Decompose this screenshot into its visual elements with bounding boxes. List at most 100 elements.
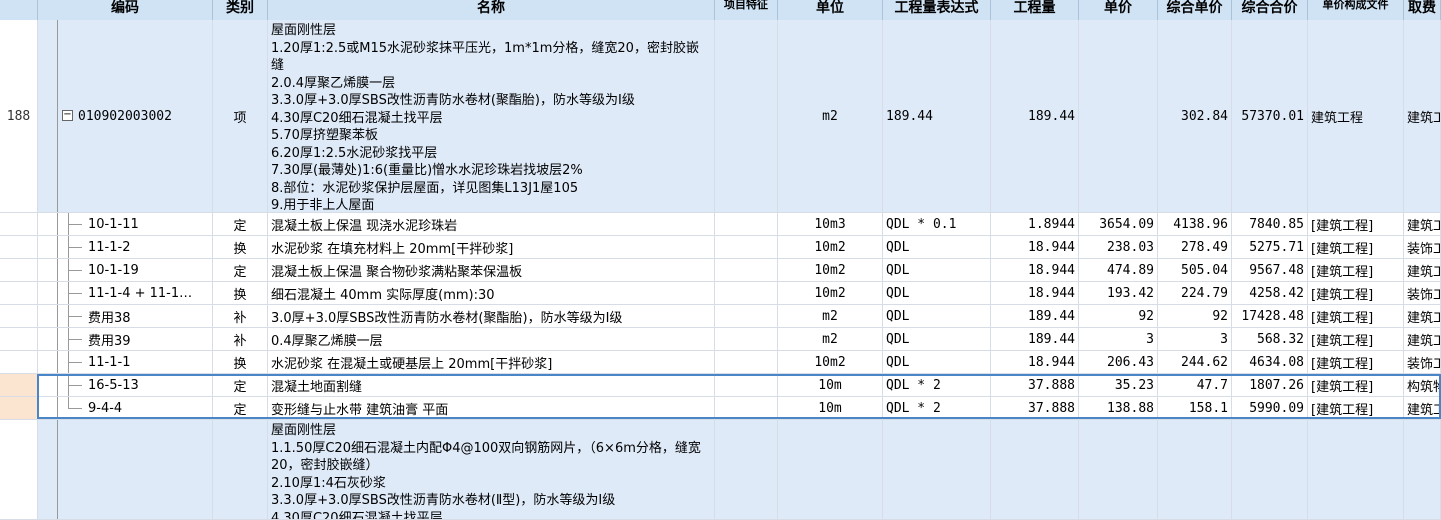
major-cell[interactable]: [建筑工程] — [1308, 351, 1404, 373]
feature-cell[interactable] — [715, 282, 778, 304]
expr-cell[interactable]: QDL — [883, 259, 991, 281]
fee-cell[interactable]: 建筑工 — [1404, 305, 1441, 327]
header-price[interactable]: 单价 — [1079, 0, 1158, 20]
quota-row[interactable]: 16-5-13 定混凝土地面割缝 10m QDL * 2 37.888 35.23 47.7… — [0, 374, 1441, 397]
qty-cell[interactable]: 189.44 — [991, 328, 1079, 350]
fee-cell[interactable]: 装饰工 — [1404, 351, 1441, 373]
header-cprice[interactable]: 综合单价 — [1158, 0, 1232, 20]
cprice-cell[interactable]: 92 — [1158, 305, 1232, 327]
ctotal-cell[interactable] — [1232, 420, 1308, 519]
price-cell[interactable]: 138.88 — [1079, 397, 1158, 419]
name-cell[interactable]: 混凝土板上保温 现浇水泥珍珠岩 — [268, 213, 715, 235]
unit-cell[interactable]: 10m — [778, 397, 883, 419]
qty-cell[interactable]: 189.44 — [991, 305, 1079, 327]
price-cell[interactable]: 92 — [1079, 305, 1158, 327]
quota-row[interactable]: 11-1-1 换水泥砂浆 在混凝土或硬基层上 20mm[干拌砂浆] 10m2 QDL 1… — [0, 351, 1441, 374]
header-code[interactable]: 编码 — [38, 0, 213, 20]
qty-cell[interactable]: 37.888 — [991, 374, 1079, 396]
qty-cell[interactable]: 189.44 — [991, 20, 1079, 212]
fee-cell[interactable]: 建筑工 — [1404, 213, 1441, 235]
expr-cell[interactable]: QDL — [883, 328, 991, 350]
header-unit[interactable]: 单位 — [778, 0, 883, 20]
ctotal-cell[interactable]: 57370.01 — [1232, 20, 1308, 212]
header-qty[interactable]: 工程量 — [991, 0, 1079, 20]
unit-cell[interactable]: m2 — [778, 328, 883, 350]
fee-cell[interactable]: 建筑工 — [1404, 259, 1441, 281]
name-cell[interactable]: 变形缝与止水带 建筑油膏 平面 — [268, 397, 715, 419]
type-cell[interactable] — [213, 420, 268, 519]
type-cell[interactable]: 换 — [213, 236, 268, 258]
expr-cell[interactable]: QDL — [883, 351, 991, 373]
name-cell[interactable]: 0.4厚聚乙烯膜一层 — [268, 328, 715, 350]
expr-cell[interactable]: QDL — [883, 282, 991, 304]
major-cell[interactable]: [建筑工程] — [1308, 213, 1404, 235]
cprice-cell[interactable]: 505.04 — [1158, 259, 1232, 281]
expr-cell[interactable]: QDL — [883, 305, 991, 327]
type-cell[interactable]: 定 — [213, 259, 268, 281]
code-cell[interactable]: 10-1-19 — [38, 259, 213, 281]
feature-cell[interactable] — [715, 420, 778, 519]
unit-cell[interactable]: 10m3 — [778, 213, 883, 235]
header-expr[interactable]: 工程量表达式 — [883, 0, 991, 20]
type-cell[interactable]: 定 — [213, 213, 268, 235]
major-cell[interactable]: [建筑工程] — [1308, 328, 1404, 350]
code-cell[interactable]: 16-5-13 — [38, 374, 213, 396]
feature-cell[interactable] — [715, 20, 778, 212]
qty-cell[interactable]: 1.8944 — [991, 213, 1079, 235]
code-cell[interactable]: − 010902003002 — [38, 20, 213, 212]
name-cell[interactable]: 水泥砂浆 在混凝土或硬基层上 20mm[干拌砂浆] — [268, 351, 715, 373]
header-ctotal[interactable]: 综合合价 — [1232, 0, 1308, 20]
feature-cell[interactable] — [715, 351, 778, 373]
feature-cell[interactable] — [715, 236, 778, 258]
fee-cell[interactable]: 建筑工 — [1404, 397, 1441, 419]
quota-row[interactable]: 费用38 补 3.0厚+3.0厚SBS改性沥青防水卷材(聚酯胎)，防水等级为Ⅰ级 m2… — [0, 305, 1441, 328]
major-cell[interactable]: [建筑工程] — [1308, 259, 1404, 281]
qty-cell[interactable]: 18.944 — [991, 236, 1079, 258]
cprice-cell[interactable]: 278.49 — [1158, 236, 1232, 258]
quota-row[interactable]: 10-1-11 定混凝土板上保温 现浇水泥珍珠岩 10m3 QDL * 0.1 1.89… — [0, 213, 1441, 236]
major-cell[interactable]: [建筑工程] — [1308, 305, 1404, 327]
type-cell[interactable]: 补 — [213, 328, 268, 350]
unit-cell[interactable]: 10m — [778, 374, 883, 396]
qty-cell[interactable]: 18.944 — [991, 259, 1079, 281]
name-cell[interactable]: 细石混凝土 40mm 实际厚度(mm):30 — [268, 282, 715, 304]
expr-cell[interactable]: QDL * 0.1 — [883, 213, 991, 235]
unit-cell[interactable]: 10m2 — [778, 282, 883, 304]
major-cell[interactable]: [建筑工程] — [1308, 397, 1404, 419]
code-cell[interactable]: 10-1-11 — [38, 213, 213, 235]
ctotal-cell[interactable]: 4258.42 — [1232, 282, 1308, 304]
price-cell[interactable] — [1079, 420, 1158, 519]
major-cell[interactable]: [建筑工程] — [1308, 282, 1404, 304]
unit-cell[interactable]: m2 — [778, 305, 883, 327]
code-cell[interactable] — [38, 420, 213, 519]
header-name[interactable]: 名称 — [268, 0, 715, 20]
code-cell[interactable]: 11-1-2 — [38, 236, 213, 258]
cprice-cell[interactable]: 302.84 — [1158, 20, 1232, 212]
type-cell[interactable]: 项 — [213, 20, 268, 212]
cprice-cell[interactable]: 4138.96 — [1158, 213, 1232, 235]
major-cell[interactable] — [1308, 420, 1404, 519]
next-bill-item-row[interactable]: 屋面刚性层 1.1.50厚C20细石混凝土内配Φ4@100双向钢筋网片，（6×6… — [0, 420, 1441, 520]
cprice-cell[interactable] — [1158, 420, 1232, 519]
name-cell[interactable]: 混凝土板上保温 聚合物砂浆满粘聚苯保温板 — [268, 259, 715, 281]
cprice-cell[interactable]: 47.7 — [1158, 374, 1232, 396]
ctotal-cell[interactable]: 17428.48 — [1232, 305, 1308, 327]
ctotal-cell[interactable]: 5990.09 — [1232, 397, 1308, 419]
collapse-toggle-icon[interactable]: − — [62, 110, 73, 121]
fee-cell[interactable]: 装饰工 — [1404, 236, 1441, 258]
code-cell[interactable]: 9-4-4 — [38, 397, 213, 419]
code-cell[interactable]: 费用39 — [38, 328, 213, 350]
cprice-cell[interactable]: 244.62 — [1158, 351, 1232, 373]
feature-cell[interactable] — [715, 305, 778, 327]
code-cell[interactable]: 11-1-4 + 11-1… — [38, 282, 213, 304]
name-cell[interactable]: 水泥砂浆 在填充材料上 20mm[干拌砂浆] — [268, 236, 715, 258]
unit-cell[interactable]: 10m2 — [778, 236, 883, 258]
price-cell[interactable]: 238.03 — [1079, 236, 1158, 258]
qty-cell[interactable]: 18.944 — [991, 282, 1079, 304]
qty-cell[interactable]: 18.944 — [991, 351, 1079, 373]
type-cell[interactable]: 定 — [213, 397, 268, 419]
quota-row[interactable]: 9-4-4 定变形缝与止水带 建筑油膏 平面 10m QDL * 2 37.888 138… — [0, 397, 1441, 420]
ctotal-cell[interactable]: 1807.26 — [1232, 374, 1308, 396]
feature-cell[interactable] — [715, 328, 778, 350]
expr-cell[interactable]: QDL * 2 — [883, 374, 991, 396]
